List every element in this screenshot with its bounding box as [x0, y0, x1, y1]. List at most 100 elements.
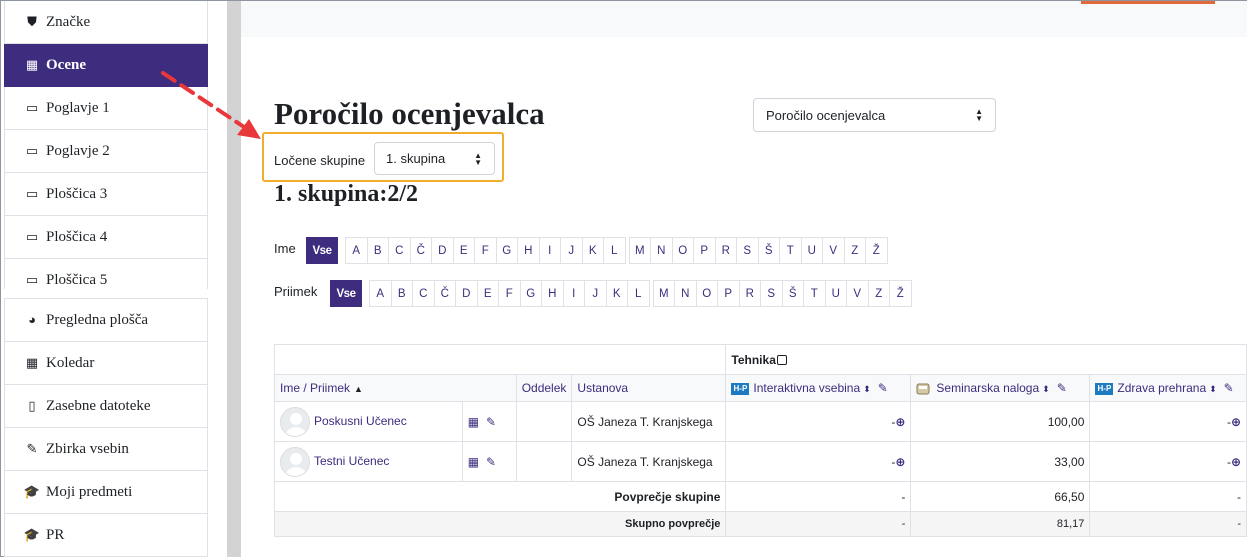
grade-cell[interactable]: -⊕: [725, 441, 912, 482]
pencil-icon[interactable]: ✎: [486, 455, 496, 469]
last-initial-letter[interactable]: D: [455, 280, 478, 307]
sidebar-item-zbirka-vsebin[interactable]: ✎ Zbirka vsebin: [4, 428, 208, 471]
last-initial-letter[interactable]: C: [412, 280, 435, 307]
last-initial-letter[interactable]: Č: [433, 280, 456, 307]
last-initial-letter[interactable]: V: [846, 280, 869, 307]
pencil-icon[interactable]: ✎: [878, 381, 888, 395]
last-initial-letter[interactable]: J: [584, 280, 607, 307]
last-initial-letter[interactable]: N: [674, 280, 697, 307]
sidebar-item-zasebne-datoteke[interactable]: ▯ Zasebne datoteke: [4, 385, 208, 428]
last-initial-letter[interactable]: F: [498, 280, 521, 307]
sidebar-item-moji-predmeti[interactable]: 🎓 Moji predmeti: [4, 471, 208, 514]
first-initial-all[interactable]: Vse: [306, 237, 338, 264]
sort-icon[interactable]: ⬍: [863, 384, 871, 394]
last-initial-letter[interactable]: Z: [867, 280, 890, 307]
grade-item-link[interactable]: Seminarska naloga: [936, 381, 1039, 395]
student-name-link[interactable]: Testni Učenec: [314, 454, 389, 468]
first-initial-letter[interactable]: M: [628, 237, 651, 264]
grade-table-icon[interactable]: ▦: [468, 415, 479, 429]
grade-item-header[interactable]: Seminarska naloga ⬍ ✎: [910, 374, 1091, 402]
first-initial-letter[interactable]: Z: [843, 237, 866, 264]
grade-item-link[interactable]: Zdrava prehrana: [1117, 381, 1206, 395]
grade-cell[interactable]: -⊕: [725, 401, 912, 442]
grade-cell[interactable]: -⊕: [1089, 441, 1247, 482]
grade-cell[interactable]: 100,00: [910, 401, 1091, 442]
sort-icon[interactable]: ⬍: [1042, 384, 1050, 394]
student-name-link[interactable]: Poskusni Učenec: [314, 414, 407, 428]
pencil-icon[interactable]: ✎: [1224, 381, 1234, 395]
checkbox-icon[interactable]: [776, 355, 787, 366]
grade-item-link[interactable]: Interaktivna vsebina: [753, 381, 860, 395]
last-initial-letter[interactable]: P: [717, 280, 740, 307]
grade-cell[interactable]: -⊕: [1089, 401, 1247, 442]
sidebar-item-zna-ke[interactable]: ⛊ Značke: [4, 1, 208, 44]
first-initial-letter[interactable]: L: [603, 237, 626, 264]
avatar[interactable]: [280, 406, 310, 437]
last-initial-letter[interactable]: L: [627, 280, 650, 307]
col-name-header[interactable]: Ime / Priimek ▲: [274, 374, 517, 402]
zoom-in-icon[interactable]: ⊕: [895, 415, 905, 429]
grade-item-header[interactable]: H-P Interaktivna vsebina ⬍ ✎: [725, 374, 912, 402]
first-initial-letter[interactable]: T: [779, 237, 802, 264]
grade-cell[interactable]: 33,00: [910, 441, 1091, 482]
last-initial-all[interactable]: Vse: [330, 280, 362, 307]
report-selector[interactable]: Poročilo ocenjevalca ▲ ▼: [753, 98, 996, 132]
first-initial-letter[interactable]: K: [581, 237, 604, 264]
last-initial-letter[interactable]: H: [541, 280, 564, 307]
last-initial-letter[interactable]: M: [652, 280, 675, 307]
first-initial-letter[interactable]: C: [388, 237, 411, 264]
last-initial-letter[interactable]: I: [562, 280, 585, 307]
first-initial-letter[interactable]: V: [822, 237, 845, 264]
last-initial-letter[interactable]: Š: [781, 280, 804, 307]
last-initial-letter[interactable]: K: [605, 280, 628, 307]
first-initial-letter[interactable]: G: [495, 237, 518, 264]
first-initial-letter[interactable]: U: [800, 237, 823, 264]
sidebar-item-plo-ica-4[interactable]: ▭ Ploščica 4: [4, 216, 208, 259]
last-initial-letter[interactable]: U: [824, 280, 847, 307]
last-initial-letter[interactable]: G: [519, 280, 542, 307]
first-initial-letter[interactable]: F: [474, 237, 497, 264]
first-initial-letter[interactable]: Š: [757, 237, 780, 264]
first-initial-letter[interactable]: I: [538, 237, 561, 264]
last-initial-letter[interactable]: E: [476, 280, 499, 307]
pencil-icon[interactable]: ✎: [1057, 381, 1067, 395]
col-name-link[interactable]: Ime / Priimek: [280, 381, 350, 395]
avatar[interactable]: [280, 446, 310, 477]
col-dept-header[interactable]: Oddelek: [515, 374, 573, 402]
first-initial-letter[interactable]: S: [736, 237, 759, 264]
col-inst-link[interactable]: Ustanova: [577, 381, 628, 395]
col-inst-header[interactable]: Ustanova: [571, 374, 727, 402]
last-initial-letter[interactable]: A: [369, 280, 392, 307]
last-initial-letter[interactable]: T: [803, 280, 826, 307]
first-initial-letter[interactable]: Č: [409, 237, 432, 264]
first-initial-letter[interactable]: D: [431, 237, 454, 264]
group-selector[interactable]: 1. skupina ▲ ▼: [374, 142, 495, 175]
last-initial-letter[interactable]: S: [760, 280, 783, 307]
sidebar-item-pr[interactable]: 🎓 PR: [4, 514, 208, 557]
zoom-in-icon[interactable]: ⊕: [895, 455, 905, 469]
zoom-in-icon[interactable]: ⊕: [1231, 415, 1241, 429]
sidebar-item-plo-ica-3[interactable]: ▭ Ploščica 3: [4, 173, 208, 216]
zoom-in-icon[interactable]: ⊕: [1231, 455, 1241, 469]
first-initial-letter[interactable]: R: [714, 237, 737, 264]
first-initial-letter[interactable]: O: [671, 237, 694, 264]
first-initial-letter[interactable]: Ž: [865, 237, 888, 264]
grade-item-header[interactable]: H-P Zdrava prehrana ⬍ ✎: [1089, 374, 1247, 402]
pencil-icon[interactable]: ✎: [486, 415, 496, 429]
last-initial-letter[interactable]: B: [390, 280, 413, 307]
sidebar-item-pregledna-plo-a[interactable]: ◕ Pregledna plošča: [4, 299, 208, 342]
first-initial-letter[interactable]: E: [452, 237, 475, 264]
first-initial-letter[interactable]: H: [517, 237, 540, 264]
first-initial-letter[interactable]: B: [366, 237, 389, 264]
grade-table-icon[interactable]: ▦: [468, 455, 479, 469]
first-initial-letter[interactable]: N: [650, 237, 673, 264]
sort-icon[interactable]: ⬍: [1209, 384, 1217, 394]
col-dept-link[interactable]: Oddelek: [522, 381, 567, 395]
last-initial-letter[interactable]: R: [738, 280, 761, 307]
sidebar-item-koledar[interactable]: ▦ Koledar: [4, 342, 208, 385]
first-initial-letter[interactable]: A: [345, 237, 368, 264]
last-initial-letter[interactable]: O: [695, 280, 718, 307]
first-initial-letter[interactable]: J: [560, 237, 583, 264]
last-initial-letter[interactable]: Ž: [889, 280, 912, 307]
first-initial-letter[interactable]: P: [693, 237, 716, 264]
